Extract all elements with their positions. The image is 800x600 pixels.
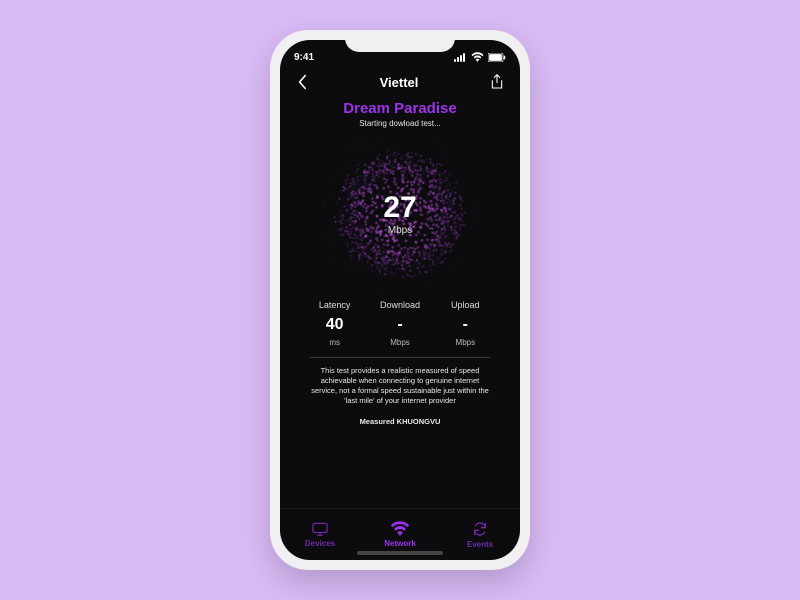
phone-frame: 9:41 Viettel Dream: [270, 30, 530, 570]
test-status-text: Starting dowload test...: [359, 119, 440, 128]
speed-unit: Mbps: [388, 225, 412, 236]
tab-label: Devices: [305, 539, 335, 548]
refresh-icon: [472, 521, 488, 537]
metric-label: Download: [367, 300, 432, 310]
metric-value: 40: [302, 316, 367, 334]
monitor-icon: [311, 522, 329, 536]
divider: [310, 357, 490, 358]
cellular-signal-icon: [454, 53, 467, 62]
content-area: Dream Paradise Starting dowload test... …: [280, 94, 520, 508]
metric-download: Download - Mbps: [367, 300, 432, 347]
home-indicator[interactable]: [357, 551, 443, 555]
nav-bar: Viettel: [280, 68, 520, 94]
tab-events[interactable]: Events: [440, 509, 520, 560]
tab-label: Events: [467, 540, 493, 549]
metric-label: Latency: [302, 300, 367, 310]
disclaimer-text: This test provides a realistic measured …: [298, 366, 502, 407]
speed-value: 27: [383, 193, 416, 223]
share-icon[interactable]: [490, 74, 504, 90]
notch: [345, 30, 455, 52]
metric-latency: Latency 40 ms: [302, 300, 367, 347]
metric-unit: Mbps: [433, 338, 498, 347]
network-name: Dream Paradise: [343, 100, 456, 117]
metric-value: -: [367, 316, 432, 334]
metric-label: Upload: [433, 300, 498, 310]
measured-by: Measured KHUONGVU: [360, 417, 441, 426]
tab-devices[interactable]: Devices: [280, 509, 360, 560]
wifi-icon: [471, 52, 484, 62]
speed-gauge: 27 Mbps: [320, 134, 480, 294]
status-right: [454, 52, 506, 62]
battery-icon: [488, 53, 506, 62]
wifi-icon: [390, 521, 410, 536]
metric-unit: ms: [302, 338, 367, 347]
tab-label: Network: [384, 539, 416, 548]
metric-upload: Upload - Mbps: [433, 300, 498, 347]
metric-value: -: [433, 316, 498, 334]
page-title: Viettel: [380, 75, 419, 90]
back-icon[interactable]: [296, 74, 308, 90]
screen: 9:41 Viettel Dream: [280, 40, 520, 560]
metric-unit: Mbps: [367, 338, 432, 347]
status-time: 9:41: [294, 52, 314, 63]
metrics-row: Latency 40 ms Download - Mbps Upload - M…: [298, 300, 502, 347]
